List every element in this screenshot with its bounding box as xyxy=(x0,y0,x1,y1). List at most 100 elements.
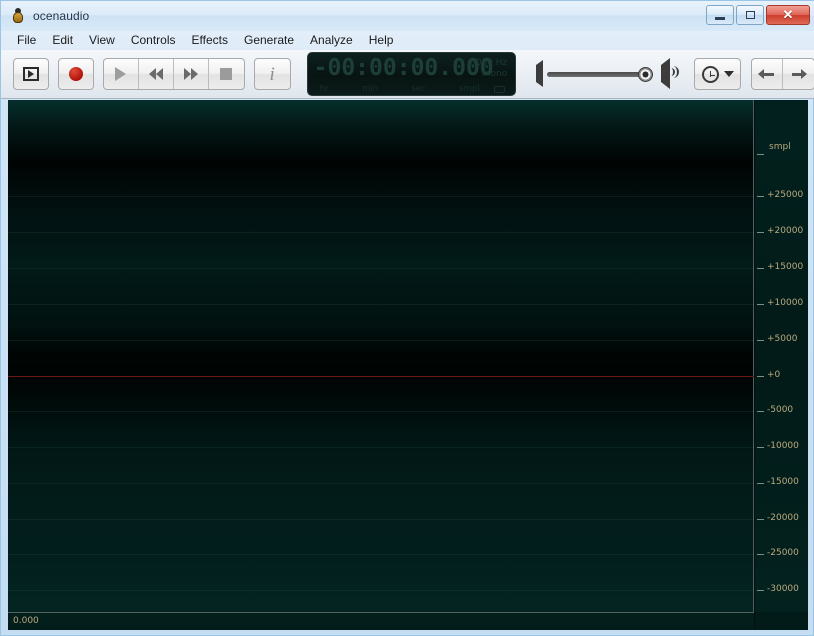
stop-icon xyxy=(220,68,233,80)
amplitude-tick-mark xyxy=(757,483,764,484)
info-button[interactable]: i xyxy=(253,58,291,90)
minimize-icon xyxy=(715,16,725,20)
menu-bar: File Edit View Controls Effects Generate… xyxy=(1,31,814,50)
forward-button[interactable] xyxy=(174,59,209,89)
menu-item-generate[interactable]: Generate xyxy=(236,32,302,49)
time-ruler[interactable]: 0.000 xyxy=(8,612,754,630)
ocenaudio-icon xyxy=(10,8,26,24)
waveform-gridline xyxy=(8,196,754,197)
maximize-button[interactable] xyxy=(736,5,764,25)
info-icon: i xyxy=(269,63,275,85)
rewind-icon xyxy=(148,68,163,80)
volume-control[interactable] xyxy=(536,58,680,89)
volume-high-icon[interactable] xyxy=(661,58,680,89)
nav-back-button[interactable] xyxy=(752,59,783,89)
chevron-down-icon[interactable] xyxy=(723,71,734,77)
volume-slider-handle[interactable] xyxy=(638,66,654,82)
lcd-channels: mono xyxy=(481,69,508,79)
menu-item-file[interactable]: File xyxy=(9,32,44,49)
lcd-display[interactable]: -00:00:00.000 8000 Hz mono hr min sec sm… xyxy=(306,52,517,96)
amplitude-tick-label: -10000 xyxy=(767,441,799,451)
waveform-gridline xyxy=(8,519,754,520)
lcd-unit-labels: hr min sec smpl xyxy=(320,84,480,94)
lcd-time-readout: -00:00:00.000 xyxy=(313,55,494,81)
waveform-gridline xyxy=(8,554,754,555)
lcd-sample-rate: 8000 Hz xyxy=(470,58,508,68)
menu-item-effects[interactable]: Effects xyxy=(184,32,236,49)
amplitude-tick-mark xyxy=(757,340,764,341)
waveform-gridline xyxy=(8,483,754,484)
amplitude-tick-mark xyxy=(757,376,764,377)
stop-button[interactable] xyxy=(209,59,244,89)
waveform-gridline xyxy=(8,590,754,591)
waveform-gridline xyxy=(8,268,754,269)
transport-group xyxy=(103,58,245,90)
amplitude-tick-mark xyxy=(757,154,764,155)
maximize-icon xyxy=(745,11,755,19)
amplitude-tick-mark xyxy=(757,304,764,305)
lcd-format-info: 8000 Hz mono xyxy=(470,58,507,80)
lcd-unit-min: min xyxy=(361,84,378,94)
menu-item-help[interactable]: Help xyxy=(361,32,402,49)
volume-slider-track[interactable] xyxy=(547,66,654,82)
toolbar: i -00:00:00.000 8000 Hz mono hr min sec … xyxy=(1,50,814,99)
amplitude-tick-label: -5000 xyxy=(767,405,794,415)
window-title: ocenaudio xyxy=(33,9,90,23)
rewind-button[interactable] xyxy=(139,59,174,89)
menu-item-analyze[interactable]: Analyze xyxy=(302,32,361,49)
app-window: ocenaudio ✕ File Edit View Controls Effe… xyxy=(0,0,814,636)
lcd-unit-smpl: smpl xyxy=(459,84,480,94)
waveform-gridline xyxy=(8,411,754,412)
amplitude-unit-label: smpl xyxy=(769,142,791,152)
amplitude-tick-label: -20000 xyxy=(767,513,799,523)
amplitude-tick-mark xyxy=(757,590,764,591)
amplitude-tick-label: +20000 xyxy=(767,226,804,236)
time-ruler-start-label: 0.000 xyxy=(13,616,39,626)
history-button[interactable] xyxy=(694,58,741,90)
amplitude-tick-label: -25000 xyxy=(767,548,799,558)
waveform-gridline xyxy=(8,232,754,233)
open-play-icon xyxy=(23,67,39,81)
lcd-unit-sec: sec xyxy=(411,84,426,94)
amplitude-tick-mark xyxy=(757,268,764,269)
waveform-editor[interactable]: smpl +25000 +20000 +15000 +10000 +5000 +0 -500… xyxy=(8,100,808,630)
amplitude-tick-label: -30000 xyxy=(767,584,799,594)
amplitude-tick-mark xyxy=(757,411,764,412)
amplitude-tick-label: +10000 xyxy=(767,298,804,308)
play-icon xyxy=(115,67,127,81)
nav-group xyxy=(750,58,814,90)
open-play-button[interactable] xyxy=(13,58,49,90)
arrow-left-icon xyxy=(757,68,776,80)
amplitude-tick-mark xyxy=(757,554,764,555)
play-button[interactable] xyxy=(104,59,139,89)
minimize-button[interactable] xyxy=(706,5,734,25)
waveform-gridline xyxy=(8,304,754,305)
amplitude-tick-label: +25000 xyxy=(767,190,804,200)
amplitude-tick-mark xyxy=(757,447,764,448)
menu-item-edit[interactable]: Edit xyxy=(44,32,81,49)
ruler-corner xyxy=(755,612,808,630)
clock-icon xyxy=(701,65,719,83)
amplitude-tick-label: +5000 xyxy=(767,334,798,344)
waveform-gridline xyxy=(8,447,754,448)
amplitude-tick-mark xyxy=(757,196,764,197)
title-bar: ocenaudio ✕ xyxy=(1,1,814,31)
volume-low-icon[interactable] xyxy=(536,60,544,87)
loop-indicator-icon xyxy=(494,86,506,93)
amplitude-tick-mark xyxy=(757,232,764,233)
amplitude-tick-mark xyxy=(757,519,764,520)
nav-forward-button[interactable] xyxy=(783,59,814,89)
amplitude-ruler[interactable]: smpl +25000 +20000 +15000 +10000 +5000 +0 -500… xyxy=(755,100,808,612)
zero-amplitude-line xyxy=(8,376,754,377)
record-button[interactable] xyxy=(58,58,94,90)
menu-item-view[interactable]: View xyxy=(81,32,123,49)
lcd-unit-hr: hr xyxy=(319,84,329,94)
amplitude-tick-label: -15000 xyxy=(767,477,799,487)
amplitude-tick-label: +0 xyxy=(767,370,781,380)
fast-forward-icon xyxy=(183,68,198,80)
menu-item-controls[interactable]: Controls xyxy=(123,32,184,49)
waveform-canvas[interactable] xyxy=(8,100,754,612)
window-controls: ✕ xyxy=(706,5,810,25)
close-button[interactable]: ✕ xyxy=(766,5,810,25)
record-icon xyxy=(69,67,83,81)
